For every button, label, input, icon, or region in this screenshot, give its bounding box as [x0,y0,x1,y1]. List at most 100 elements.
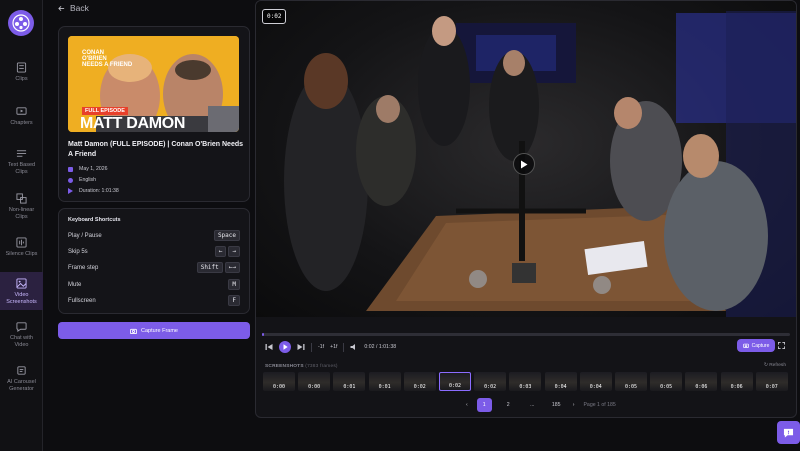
shortcut-label: Play / Pause [68,232,102,239]
sidebar-item-label: Text Based Clips [7,162,36,175]
screenshot-thumbnail[interactable]: 0:05 [650,372,683,391]
screenshot-time: 0:05 [624,384,638,390]
meta-duration-text: Duration: 1:01:38 [79,188,119,194]
screenshot-time: 0:04 [554,384,567,390]
page-button[interactable]: 2 [501,398,516,412]
camera-icon [742,343,749,348]
fullscreen-icon[interactable] [778,342,785,349]
video-info-card: CONAN O'BRIEN NEEDS A FRIEND FULL EPISOD… [58,26,250,202]
screenshot-thumbnail[interactable]: 0:04 [544,372,577,391]
capture-frame-button[interactable]: Capture Frame [58,322,250,339]
camera-icon [130,328,137,334]
screenshot-time: 0:06 [695,384,708,390]
meta-language: English [68,177,96,183]
sidebar-item-label: Chat with Video [10,335,33,348]
app-logo-icon[interactable] [8,10,34,36]
sidebar-item-chapters[interactable]: Chapters [0,106,43,130]
sidebar-item-clips[interactable]: Clips [0,62,43,86]
chat-icon [16,322,27,332]
refresh-icon: ↻ [763,363,768,368]
screenshot-thumbnail[interactable]: 0:00 [298,372,331,391]
shortcut-row: Mute M [68,279,240,290]
play-outline-icon [68,188,73,194]
prev-page-icon[interactable]: ‹ [466,402,468,408]
screenshot-time: 0:01 [343,384,356,390]
screenshot-thumbnail[interactable]: 0:02 [403,372,436,391]
screenshot-time: 0:02 [448,383,462,389]
shortcut-row: Play / Pause Space [68,230,240,241]
screenshot-thumbnail[interactable]: 0:04 [579,372,612,391]
meta-date: May 1, 2026 [68,166,108,172]
capture-label: Capture [751,342,770,349]
pagination: ‹ 1 2 ... 185 › Page 1 of 185 [466,398,616,412]
back-label: Back [70,3,89,13]
image-icon [16,278,27,289]
screenshot-time: 0:06 [730,384,743,390]
screenshot-thumbnail[interactable]: 0:03 [509,372,542,391]
sidebar-item-silence-clips[interactable]: Silence Clips [0,237,43,261]
arrow-left-icon [58,5,65,11]
key-cap: F [228,295,240,306]
page-button[interactable]: 1 [476,398,492,412]
screenshot-thumbnail[interactable]: 0:06 [720,372,753,391]
seek-bar[interactable] [262,333,790,336]
shortcut-label: Mute [68,281,82,288]
volume-icon[interactable] [350,343,358,351]
play-icon [521,160,528,168]
screenshot-thumbnail[interactable]: 0:05 [615,372,647,391]
key-cap: Shift [196,262,223,273]
screenshot-thumbnail[interactable]: 0:02 [439,372,471,391]
center-play-button[interactable] [513,153,535,175]
chat-support-button[interactable] [777,421,800,444]
page-button[interactable]: 185 [549,398,564,412]
key-cap: Space [213,230,240,241]
app-root: Clips Chapters Text Based Clips Non-line… [0,0,800,451]
skip-forward-icon[interactable] [297,343,305,351]
refresh-button[interactable]: ↻ Refresh [764,363,786,368]
frame-forward-button[interactable]: +1f [330,344,337,350]
screenshot-thumbnail[interactable]: 0:01 [333,372,366,391]
divider [311,342,312,352]
shortcut-label: Fullscreen [68,297,96,304]
key-cap: ←→ [224,262,240,273]
back-link[interactable]: Back [58,3,89,13]
shortcut-label: Skip 5s [68,248,88,255]
key-cap: ← [214,246,227,257]
key-cap: M [228,279,240,290]
screenshot-thumbnail[interactable]: 0:06 [685,372,718,391]
meta-language-text: English [79,177,97,183]
screenshots-title: SCREENSHOTS [265,364,304,369]
sidebar-item-text-based-clips[interactable]: Text Based Clips [0,148,43,176]
layers-icon [16,193,27,204]
play-pause-button[interactable] [279,341,291,353]
skip-back-icon[interactable] [265,343,273,351]
screenshot-thumbnail[interactable]: 0:01 [368,372,401,391]
next-page-icon[interactable]: › [573,402,575,408]
screenshot-time: 0:02 [484,384,497,390]
meta-duration: Duration: 1:01:38 [68,188,119,194]
capture-button[interactable]: Capture [737,339,775,352]
shortcut-row: Skip 5s ← → [68,246,240,257]
sidebar-item-ai-carousel-generator[interactable]: AI Carousel Generator [0,365,43,393]
sidebar-item-non-linear-clips[interactable]: Non-linear Clips [0,193,43,221]
screenshot-thumbnail[interactable]: 0:00 [263,372,295,391]
shortcut-label: Frame step [68,264,99,271]
screenshot-thumbnail[interactable]: 0:07 [755,372,788,391]
thumbnail-show-logo: CONAN O'BRIEN NEEDS A FRIEND [82,50,133,68]
frame-back-button[interactable]: -1f [318,344,324,350]
sidebar-item-video-screenshots[interactable]: Video Screenshots [0,272,43,310]
screenshots-count: (7383 frames) [305,364,338,369]
sidebar-item-label: Clips [15,76,28,82]
carousel-icon [17,366,26,375]
lines-icon [16,150,27,157]
video-player[interactable]: 0:02 [256,1,796,317]
screenshot-thumbnail[interactable]: 0:02 [474,372,507,391]
sidebar-item-label: Non-linear Clips [8,207,35,220]
shortcuts-title: Keyboard Shortcuts [68,217,121,223]
refresh-label: Refresh [769,363,786,368]
sidebar-item-label: Silence Clips [5,251,38,257]
shortcut-row: Frame step Shift ←→ [68,262,240,273]
scissors-icon [16,62,27,73]
chat-icon [783,428,794,438]
sidebar-item-chat-with-video[interactable]: Chat with Video [0,321,43,349]
